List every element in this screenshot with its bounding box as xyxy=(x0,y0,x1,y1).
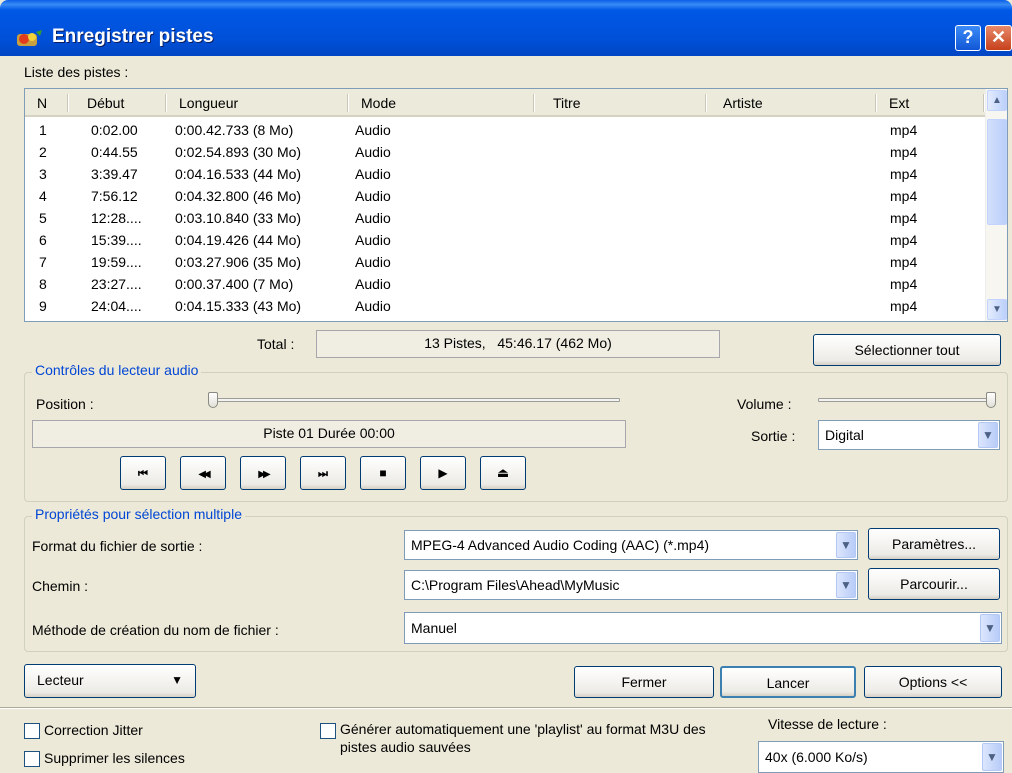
column-header-ext[interactable]: Ext xyxy=(877,89,985,117)
naming-select-value: Manuel xyxy=(411,620,457,636)
volume-slider-track[interactable] xyxy=(818,398,996,402)
chevron-down-icon[interactable]: ▼ xyxy=(978,422,998,448)
column-header-titre[interactable]: Titre xyxy=(535,89,707,117)
stop-button[interactable]: ■ xyxy=(360,456,406,490)
player-menu-button[interactable]: Lecteur ▼ xyxy=(24,664,196,698)
chevron-down-icon[interactable]: ▼ xyxy=(980,614,1000,642)
scroll-up-icon[interactable]: ▲ xyxy=(987,90,1007,111)
jitter-checkbox[interactable] xyxy=(24,723,40,739)
position-slider-track[interactable] xyxy=(210,398,620,402)
column-header-longueur[interactable]: Longueur xyxy=(167,89,349,117)
browse-button[interactable]: Parcourir... xyxy=(868,568,1000,600)
speed-select[interactable]: 40x (6.000 Ko/s) ▼ xyxy=(758,741,1004,773)
silence-checkbox[interactable] xyxy=(24,751,40,767)
volume-label: Volume : xyxy=(737,396,792,412)
help-button[interactable]: ? xyxy=(955,25,981,51)
speed-select-value: 40x (6.000 Ko/s) xyxy=(765,749,868,765)
first-track-icon: ⏮ xyxy=(138,468,148,480)
total-value: 13 Pistes, 45:46.17 (462 Mo) xyxy=(424,335,612,351)
total-label: Total : xyxy=(257,336,295,352)
eject-button[interactable]: ⏏ xyxy=(480,456,526,490)
window-title: Enregistrer pistes xyxy=(52,26,214,47)
play-icon: ▶ xyxy=(438,466,448,480)
options-button[interactable]: Options << xyxy=(864,666,1002,698)
path-select[interactable]: C:\Program Files\Ahead\MyMusic ▼ xyxy=(404,570,858,600)
table-row[interactable]: 6 15:39.... 0:04.19.426 (44 Mo) Audio mp4 xyxy=(25,229,985,251)
output-select-value: Digital xyxy=(825,427,864,443)
table-row[interactable]: 4 7:56.12 0:04.32.800 (46 Mo) Audio mp4 xyxy=(25,185,985,207)
fast-forward-button[interactable]: ▶▶ xyxy=(240,456,286,490)
chevron-down-icon[interactable]: ▼ xyxy=(836,572,856,598)
column-header-n[interactable]: N xyxy=(25,89,69,117)
playlist-checkbox[interactable] xyxy=(320,723,336,739)
table-row[interactable]: 9 24:04.... 0:04.15.333 (43 Mo) Audio mp4 xyxy=(25,295,985,317)
eject-icon: ⏏ xyxy=(496,465,510,480)
player-status-field: Piste 01 Durée 00:00 xyxy=(32,420,626,448)
divider xyxy=(0,707,1012,709)
title-bar[interactable]: Enregistrer pistes ? ✕ xyxy=(0,0,1012,56)
table-row[interactable]: 7 19:59.... 0:03.27.906 (35 Mo) Audio mp4 xyxy=(25,251,985,273)
first-track-button[interactable]: ⏮ xyxy=(120,456,166,490)
rewind-icon: ◀◀ xyxy=(198,469,211,480)
table-row[interactable]: 2 0:44.55 0:02.54.893 (30 Mo) Audio mp4 xyxy=(25,141,985,163)
stop-icon: ■ xyxy=(379,466,387,480)
select-all-button[interactable]: Sélectionner tout xyxy=(813,334,1001,366)
column-header-artiste[interactable]: Artiste xyxy=(707,89,877,117)
settings-button[interactable]: Paramètres... xyxy=(868,528,1000,560)
format-select-value: MPEG-4 Advanced Audio Coding (AAC) (*.mp… xyxy=(411,537,710,553)
player-menu-label: Lecteur xyxy=(37,672,84,688)
start-button[interactable]: Lancer xyxy=(720,666,856,698)
path-label: Chemin : xyxy=(32,578,89,594)
nero-app-icon xyxy=(17,30,42,46)
properties-title: Propriétés pour sélection multiple xyxy=(32,506,245,522)
last-track-button[interactable]: ⏭ xyxy=(300,456,346,490)
naming-label: Méthode de création du nom de fichier : xyxy=(32,622,279,638)
tracklist-label: Liste des pistes : xyxy=(24,64,129,80)
player-controls-title: Contrôles du lecteur audio xyxy=(32,362,202,378)
close-window-button[interactable]: ✕ xyxy=(985,25,1012,51)
total-field: 13 Pistes, 45:46.17 (462 Mo) xyxy=(316,330,720,358)
position-label: Position : xyxy=(36,396,94,412)
scroll-down-icon[interactable]: ▼ xyxy=(987,299,1007,320)
player-status: Piste 01 Durée 00:00 xyxy=(263,425,395,441)
tracklist-header: N Début Longueur Mode Titre Artiste Ext xyxy=(25,89,985,117)
table-row[interactable]: 8 23:27.... 0:00.37.400 (7 Mo) Audio mp4 xyxy=(25,273,985,295)
dropdown-arrow-icon: ▼ xyxy=(171,673,183,687)
volume-slider-thumb[interactable] xyxy=(986,392,996,408)
naming-select[interactable]: Manuel ▼ xyxy=(404,612,1002,644)
play-button[interactable]: ▶ xyxy=(420,456,466,490)
output-label: Sortie : xyxy=(751,428,796,444)
scroll-thumb[interactable] xyxy=(987,119,1007,225)
last-track-icon: ⏭ xyxy=(318,468,328,480)
tracklist-scrollbar[interactable]: ▲ ▼ xyxy=(985,89,1007,321)
position-slider-thumb[interactable] xyxy=(208,392,218,408)
table-row[interactable]: 3 3:39.47 0:04.16.533 (44 Mo) Audio mp4 xyxy=(25,163,985,185)
chevron-down-icon[interactable]: ▼ xyxy=(982,743,1002,771)
table-row[interactable]: 1 0:02.00 0:00.42.733 (8 Mo) Audio mp4 xyxy=(25,119,985,141)
chevron-down-icon[interactable]: ▼ xyxy=(836,532,856,558)
format-select[interactable]: MPEG-4 Advanced Audio Coding (AAC) (*.mp… xyxy=(404,530,858,560)
path-select-value: C:\Program Files\Ahead\MyMusic xyxy=(411,577,620,593)
fast-forward-icon: ▶▶ xyxy=(258,469,271,480)
tracklist[interactable]: N Début Longueur Mode Titre Artiste Ext … xyxy=(24,88,1008,322)
silence-label: Supprimer les silences xyxy=(44,750,185,766)
table-row[interactable]: 5 12:28.... 0:03.10.840 (33 Mo) Audio mp4 xyxy=(25,207,985,229)
format-label: Format du fichier de sortie : xyxy=(32,538,203,554)
column-header-mode[interactable]: Mode xyxy=(349,89,535,117)
jitter-label: Correction Jitter xyxy=(44,722,143,738)
column-header-debut[interactable]: Début xyxy=(69,89,167,117)
speed-label: Vitesse de lecture : xyxy=(768,716,887,732)
playlist-label: Générer automatiquement une 'playlist' a… xyxy=(340,721,706,755)
output-select[interactable]: Digital ▼ xyxy=(818,420,1000,450)
rewind-button[interactable]: ◀◀ xyxy=(180,456,226,490)
close-button[interactable]: Fermer xyxy=(574,666,714,698)
